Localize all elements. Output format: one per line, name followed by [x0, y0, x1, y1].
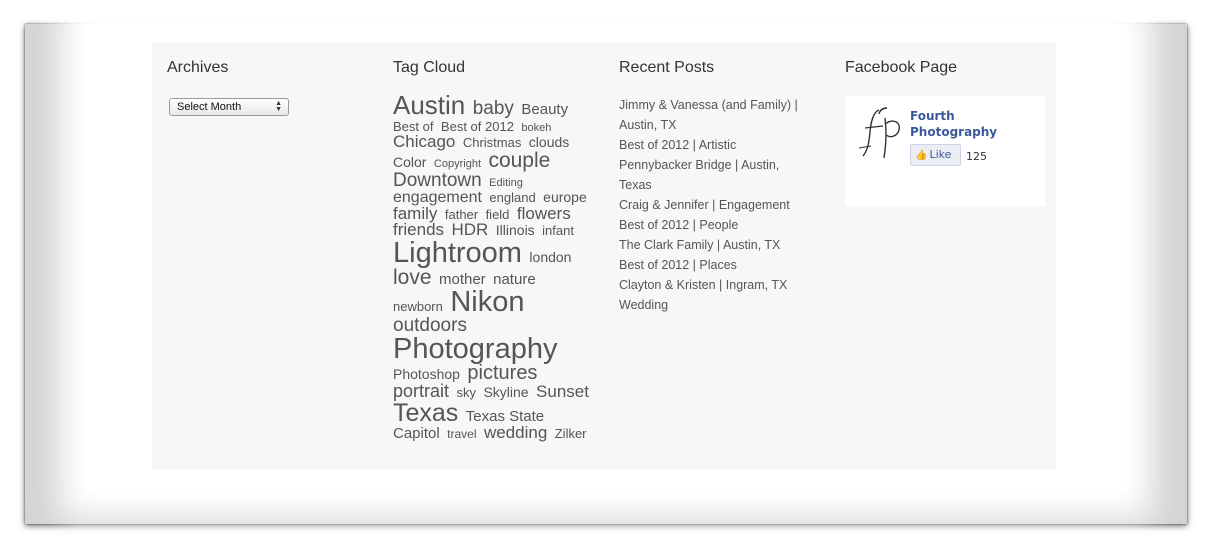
- recent-post-link[interactable]: Best of 2012 | Places: [619, 255, 814, 275]
- archives-month-select[interactable]: Select Month ▲ ▼: [169, 98, 289, 116]
- tag-link[interactable]: bokeh: [521, 122, 551, 134]
- tag-link[interactable]: Color: [393, 154, 426, 170]
- like-label: Like: [929, 148, 952, 161]
- recent-post-link[interactable]: Best of 2012 | People: [619, 215, 814, 235]
- thumbs-up-icon: 👍: [915, 150, 928, 161]
- tag-link[interactable]: sky: [456, 385, 476, 400]
- tag-link[interactable]: mother: [439, 271, 486, 288]
- recent-post-link[interactable]: Craig & Jennifer | Engagement: [619, 195, 814, 215]
- tag-link[interactable]: Beauty: [521, 101, 568, 118]
- recent-post-link[interactable]: Best of 2012 | Artistic: [619, 135, 814, 155]
- tag-link[interactable]: newborn: [393, 299, 443, 314]
- tag-cloud: Austin baby Beauty Best of Best of 2012 …: [393, 90, 593, 442]
- archives-select-value: Select Month: [177, 101, 242, 113]
- tag-cloud-title: Tag Cloud: [393, 59, 466, 76]
- tag-link[interactable]: europe: [543, 189, 587, 205]
- tag-link[interactable]: Lightroom: [393, 237, 522, 269]
- tag-link[interactable]: Downtown: [393, 170, 482, 191]
- fp-monogram-icon[interactable]: [857, 104, 905, 159]
- tag-link[interactable]: Austin: [393, 90, 465, 120]
- tag-link[interactable]: Chicago: [393, 132, 455, 151]
- facebook-title: Facebook Page: [845, 59, 958, 76]
- tag-link[interactable]: Skyline: [483, 384, 528, 400]
- like-count: 125: [966, 150, 987, 163]
- recent-post-link[interactable]: Pennybacker Bridge | Austin, Texas: [619, 155, 814, 195]
- tag-link[interactable]: pictures: [467, 362, 537, 384]
- tag-link[interactable]: baby: [473, 98, 514, 119]
- recent-posts-list: Jimmy & Vanessa (and Family) | Austin, T…: [619, 95, 814, 315]
- tag-link[interactable]: Photoshop: [393, 366, 460, 382]
- tag-link[interactable]: wedding: [484, 423, 547, 442]
- tag-link[interactable]: field: [486, 207, 510, 222]
- tag-link[interactable]: london: [529, 249, 571, 265]
- tag-link[interactable]: couple: [488, 149, 550, 172]
- facebook-like-box: Fourth Photography 👍 Like 125: [845, 96, 1045, 206]
- tag-link[interactable]: flowers: [517, 204, 571, 223]
- tag-link[interactable]: Photography: [393, 333, 557, 365]
- recent-post-link[interactable]: The Clark Family | Austin, TX: [619, 235, 814, 255]
- tag-link[interactable]: Nikon: [450, 286, 524, 318]
- tag-link[interactable]: travel: [447, 427, 476, 441]
- tag-link[interactable]: england: [489, 190, 535, 205]
- tag-link[interactable]: infant: [542, 223, 574, 238]
- footer-widgets: Archives Select Month ▲ ▼ Tag Cloud Austi…: [152, 43, 1056, 469]
- recent-posts-title: Recent Posts: [619, 59, 715, 76]
- tag-link[interactable]: Zilker: [555, 426, 587, 441]
- tag-link[interactable]: love: [393, 266, 432, 289]
- tag-link[interactable]: Illinois: [496, 222, 535, 238]
- tag-link[interactable]: Sunset: [536, 382, 589, 401]
- tag-link[interactable]: Copyright: [434, 158, 481, 170]
- tag-link[interactable]: Texas: [393, 399, 458, 427]
- tag-link[interactable]: clouds: [529, 134, 569, 150]
- facebook-like-button[interactable]: 👍 Like: [910, 144, 961, 166]
- tag-link[interactable]: nature: [493, 271, 536, 288]
- archives-title: Archives: [167, 59, 229, 76]
- tag-link[interactable]: Editing: [489, 177, 523, 189]
- recent-post-link[interactable]: Clayton & Kristen | Ingram, TX Wedding: [619, 275, 814, 315]
- select-arrows-icon: ▲ ▼: [275, 100, 282, 113]
- facebook-page-name[interactable]: Fourth Photography: [910, 108, 1020, 140]
- recent-post-link[interactable]: Jimmy & Vanessa (and Family) | Austin, T…: [619, 95, 814, 135]
